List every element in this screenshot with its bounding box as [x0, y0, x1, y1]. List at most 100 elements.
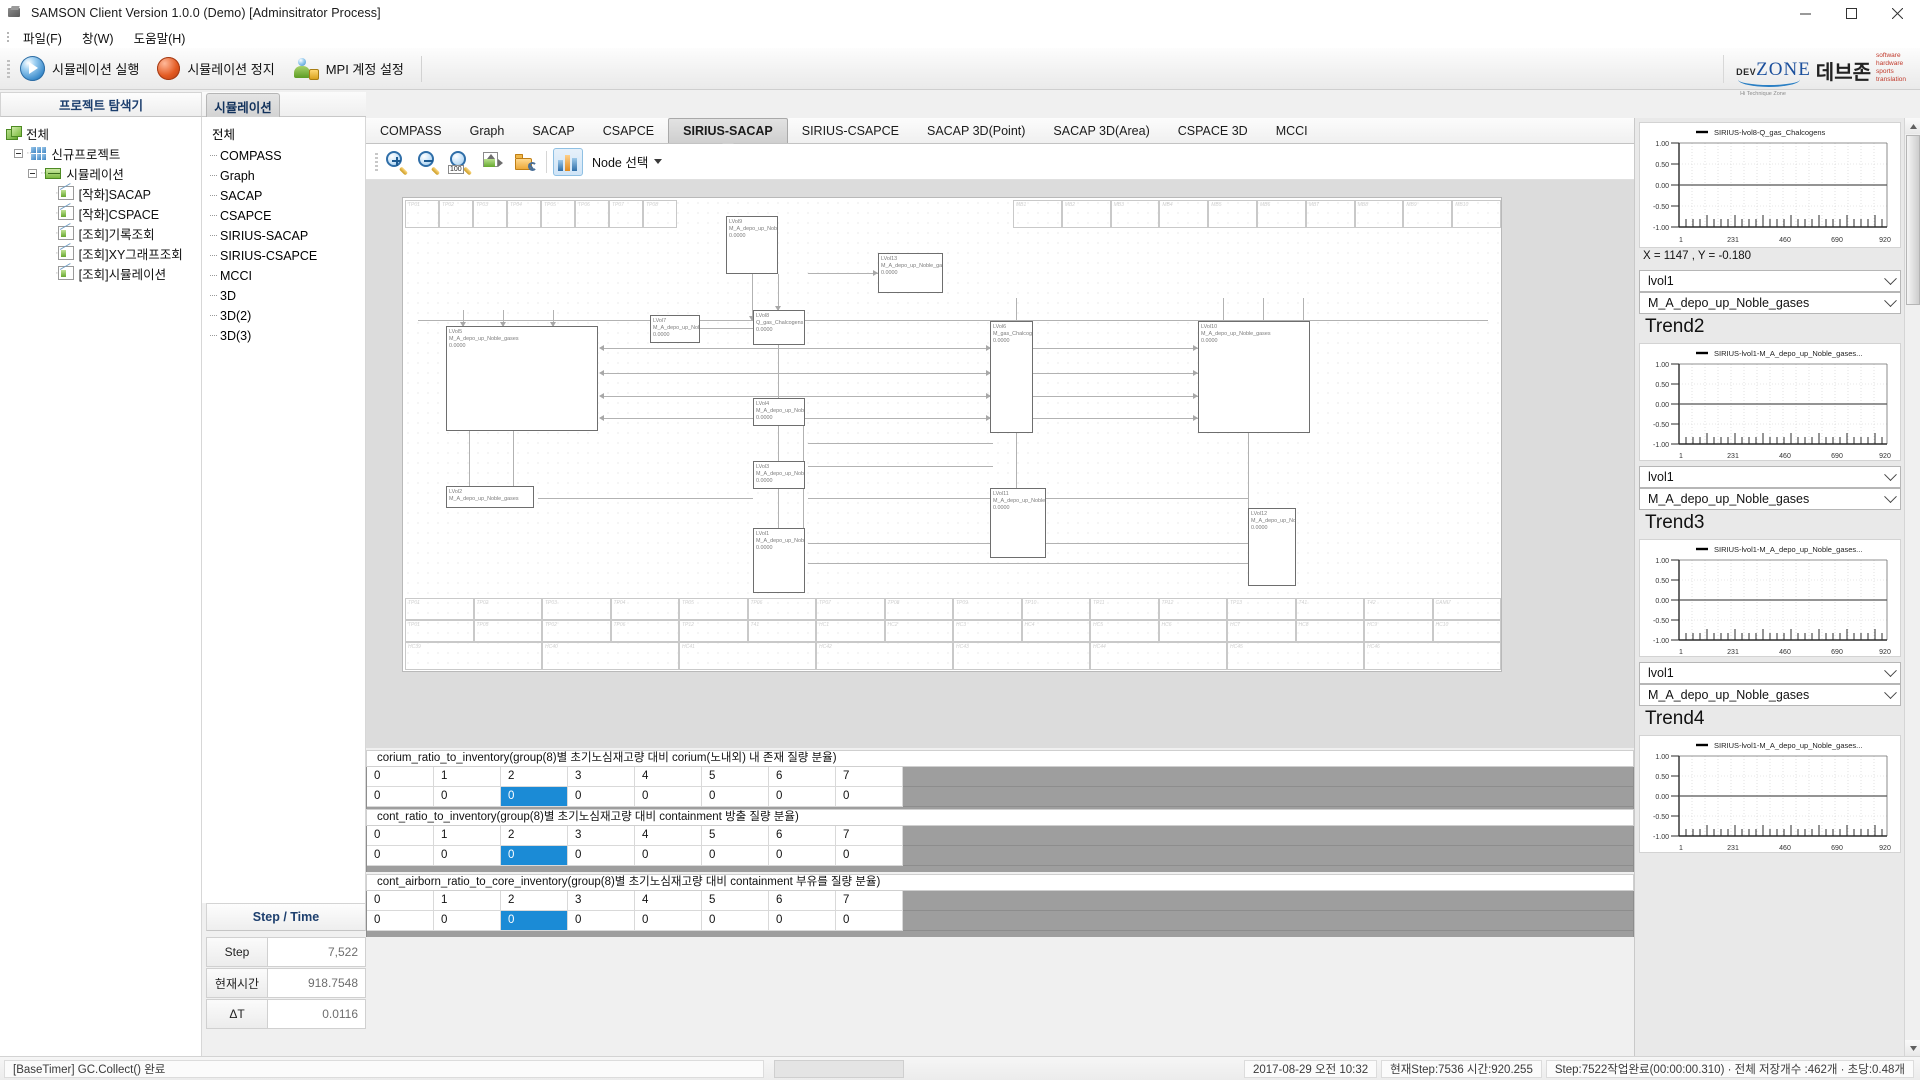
tab-graph[interactable]: Graph [456, 118, 519, 143]
table-cell-selected[interactable]: 0 [501, 787, 568, 807]
trend3-var-combo[interactable]: M_A_depo_up_Noble_gases [1639, 684, 1901, 706]
table-header-cell[interactable]: 5 [702, 891, 769, 911]
menu-file[interactable]: 파일(F) [13, 26, 72, 49]
close-button[interactable] [1874, 0, 1920, 26]
table-header-cell[interactable]: 2 [501, 767, 568, 787]
table-cell[interactable]: 0 [568, 911, 635, 931]
table-header-cell[interactable]: 6 [769, 767, 836, 787]
table-cell[interactable]: 0 [769, 911, 836, 931]
trend1-var-combo[interactable]: M_A_depo_up_Noble_gases [1639, 292, 1901, 314]
tab-sirius-csapce[interactable]: SIRIUS-CSAPCE [788, 118, 913, 143]
sim-item-sacap[interactable]: SACAP [202, 186, 365, 206]
table-cell[interactable]: 0 [635, 787, 702, 807]
table-row[interactable]: 0 0 0 0 0 0 0 0 [367, 911, 1633, 931]
diagram-node-lvol1[interactable]: LVol1 M_A_depo_up_Noble_gases 0.0000 [753, 528, 805, 593]
table-header-cell[interactable]: 0 [367, 891, 434, 911]
sim-item-sirius-csapce[interactable]: SIRIUS-CSAPCE [202, 246, 365, 266]
table-header-cell[interactable]: 7 [836, 891, 903, 911]
tree-expander-icon[interactable] [14, 149, 23, 158]
diagram-page[interactable]: TP01TP02TP03TP04TP05TP06TP07TP08 MB1MB2M… [402, 197, 1502, 672]
table-header-cell[interactable]: 1 [434, 826, 501, 846]
menu-window[interactable]: 창(W) [72, 26, 124, 49]
tab-sacap[interactable]: SACAP [518, 118, 588, 143]
table-header-cell[interactable]: 3 [568, 891, 635, 911]
table-cell-selected[interactable]: 0 [501, 911, 568, 931]
table-row[interactable]: 0 0 0 0 0 0 0 0 [367, 787, 1633, 807]
tab-simulation[interactable]: 시뮬레이션 [206, 93, 280, 118]
table-grid[interactable]: 0 1 2 3 4 5 6 7 0 0 0 0 0 0 0 0 [366, 891, 1634, 937]
table-header-cell[interactable]: 2 [501, 891, 568, 911]
table-header-cell[interactable]: 4 [635, 826, 702, 846]
table-header-cell[interactable]: 7 [836, 826, 903, 846]
sim-item-3d-2[interactable]: 3D(2) [202, 306, 365, 326]
zoom-in-button[interactable] [382, 148, 412, 176]
table-cell[interactable]: 0 [434, 787, 501, 807]
table-grid[interactable]: 0 1 2 3 4 5 6 7 0 0 0 0 0 0 0 0 [366, 767, 1634, 813]
table-cell[interactable]: 0 [836, 787, 903, 807]
table-cell[interactable]: 0 [568, 787, 635, 807]
table-header-cell[interactable]: 5 [702, 767, 769, 787]
trend2-var-combo[interactable]: M_A_depo_up_Noble_gases [1639, 488, 1901, 510]
trend-chart-4[interactable]: SIRIUS-lvol1-M_A_depo_up_Noble_gases... [1639, 735, 1901, 853]
diagram-node-lvol12[interactable]: LVol12 M_A_depo_up_Noble_gases 0.0000 [1248, 508, 1296, 586]
trend2-node-combo[interactable]: lvol1 [1639, 466, 1901, 488]
zoom-out-button[interactable] [414, 148, 444, 176]
mpi-account-settings-button[interactable]: MPI 계정 설정 [286, 53, 415, 85]
chart-toggle-button[interactable] [553, 148, 583, 176]
diagram-node-lvol8[interactable]: LVol8 Q_gas_Chalcogens 0.0000 [753, 310, 805, 345]
table-header-cell[interactable]: 5 [702, 826, 769, 846]
stop-simulation-button[interactable]: 시뮬레이션 정지 [150, 53, 285, 84]
tab-sirius-sacap[interactable]: SIRIUS-SACAP [668, 118, 788, 143]
table-header-cell[interactable]: 0 [367, 767, 434, 787]
diagram-node-lvol10[interactable]: LVol10 M_A_depo_up_Noble_gases 0.0000 [1198, 321, 1310, 433]
menu-help[interactable]: 도움말(H) [124, 26, 196, 49]
tree-expander-icon[interactable] [28, 169, 37, 178]
table-header-cell[interactable]: 6 [769, 826, 836, 846]
diagram-node-lvol11[interactable]: LVol11 M_A_depo_up_Noble_gases 0.0000 [990, 488, 1046, 558]
sim-item-compass[interactable]: COMPASS [202, 146, 365, 166]
diagram-node-lvol9[interactable]: LVol9 M_A_depo_up_Noble_gases 0.0000 [726, 216, 778, 274]
zoom-100-button[interactable]: 100 [446, 148, 476, 176]
run-simulation-button[interactable]: 시뮬레이션 실행 [13, 52, 150, 85]
table-cell[interactable]: 0 [434, 846, 501, 866]
scroll-up-button[interactable] [1905, 118, 1920, 134]
sim-item-sirius-sacap[interactable]: SIRIUS-SACAP [202, 226, 365, 246]
trend-chart-1[interactable]: SIRIUS-lvol8-Q_gas_Chalcogens [1639, 122, 1901, 248]
table-header-cell[interactable]: 4 [635, 891, 702, 911]
sim-item-3d-3[interactable]: 3D(3) [202, 326, 365, 346]
tree-item-xy-graph-query[interactable]: · [조회]XY그래프조회 [0, 243, 201, 263]
sim-item-mcci[interactable]: MCCI [202, 266, 365, 286]
trend-chart-2[interactable]: SIRIUS-lvol1-M_A_depo_up_Noble_gases... [1639, 343, 1901, 461]
table-grid[interactable]: 0 1 2 3 4 5 6 7 0 0 0 0 0 0 0 0 [366, 826, 1634, 872]
tab-mcci[interactable]: MCCI [1262, 118, 1322, 143]
diagram-node-lvol13[interactable]: LVol13 M_A_depo_up_Noble_gases 0.0000 [878, 253, 943, 293]
table-cell[interactable]: 0 [367, 911, 434, 931]
table-cell[interactable]: 0 [769, 787, 836, 807]
tab-sacap-3d-area[interactable]: SACAP 3D(Area) [1039, 118, 1163, 143]
node-select-dropdown[interactable]: Node 선택 [584, 149, 670, 174]
open-folder-button[interactable] [510, 148, 540, 176]
table-header-cell[interactable]: 0 [367, 826, 434, 846]
tree-item-sacap-draw[interactable]: · [작화]SACAP [0, 183, 201, 203]
table-header-cell[interactable]: 1 [434, 767, 501, 787]
tab-csapce[interactable]: CSAPCE [589, 118, 668, 143]
tree-item-all[interactable]: 전체 [0, 123, 201, 143]
table-cell[interactable]: 0 [836, 846, 903, 866]
diagram-node-lvol2[interactable]: LVol2 M_A_depo_up_Noble_gases [446, 486, 534, 508]
tab-cspace-3d[interactable]: CSPACE 3D [1164, 118, 1262, 143]
diagram-node-lvol3[interactable]: LVol3 M_A_depo_up_Noble_gases 0.0000 [753, 461, 805, 489]
table-cell[interactable]: 0 [702, 846, 769, 866]
table-cell[interactable]: 0 [635, 846, 702, 866]
table-cell[interactable]: 0 [367, 787, 434, 807]
tree-item-simulation-query[interactable]: · [조회]시뮬레이션 [0, 263, 201, 283]
fit-to-window-button[interactable] [478, 148, 508, 176]
diagram-node-lvol4[interactable]: LVol4 M_A_depo_up_Noble_gases 0.0000 [753, 398, 805, 426]
diagram-canvas[interactable]: TP01TP02TP03TP04TP05TP06TP07TP08 MB1MB2M… [366, 180, 1634, 748]
table-cell[interactable]: 0 [702, 911, 769, 931]
diagram-node-lvol5[interactable]: LVol5 M_A_depo_up_Noble_gases 0.0000 [446, 326, 598, 431]
sim-item-graph[interactable]: Graph [202, 166, 365, 186]
table-cell[interactable]: 0 [769, 846, 836, 866]
sim-item-csapce[interactable]: CSAPCE [202, 206, 365, 226]
tree-item-record-query[interactable]: · [조회]기록조회 [0, 223, 201, 243]
tree-item-new-project[interactable]: ·· 신규프로젝트 [0, 143, 201, 163]
